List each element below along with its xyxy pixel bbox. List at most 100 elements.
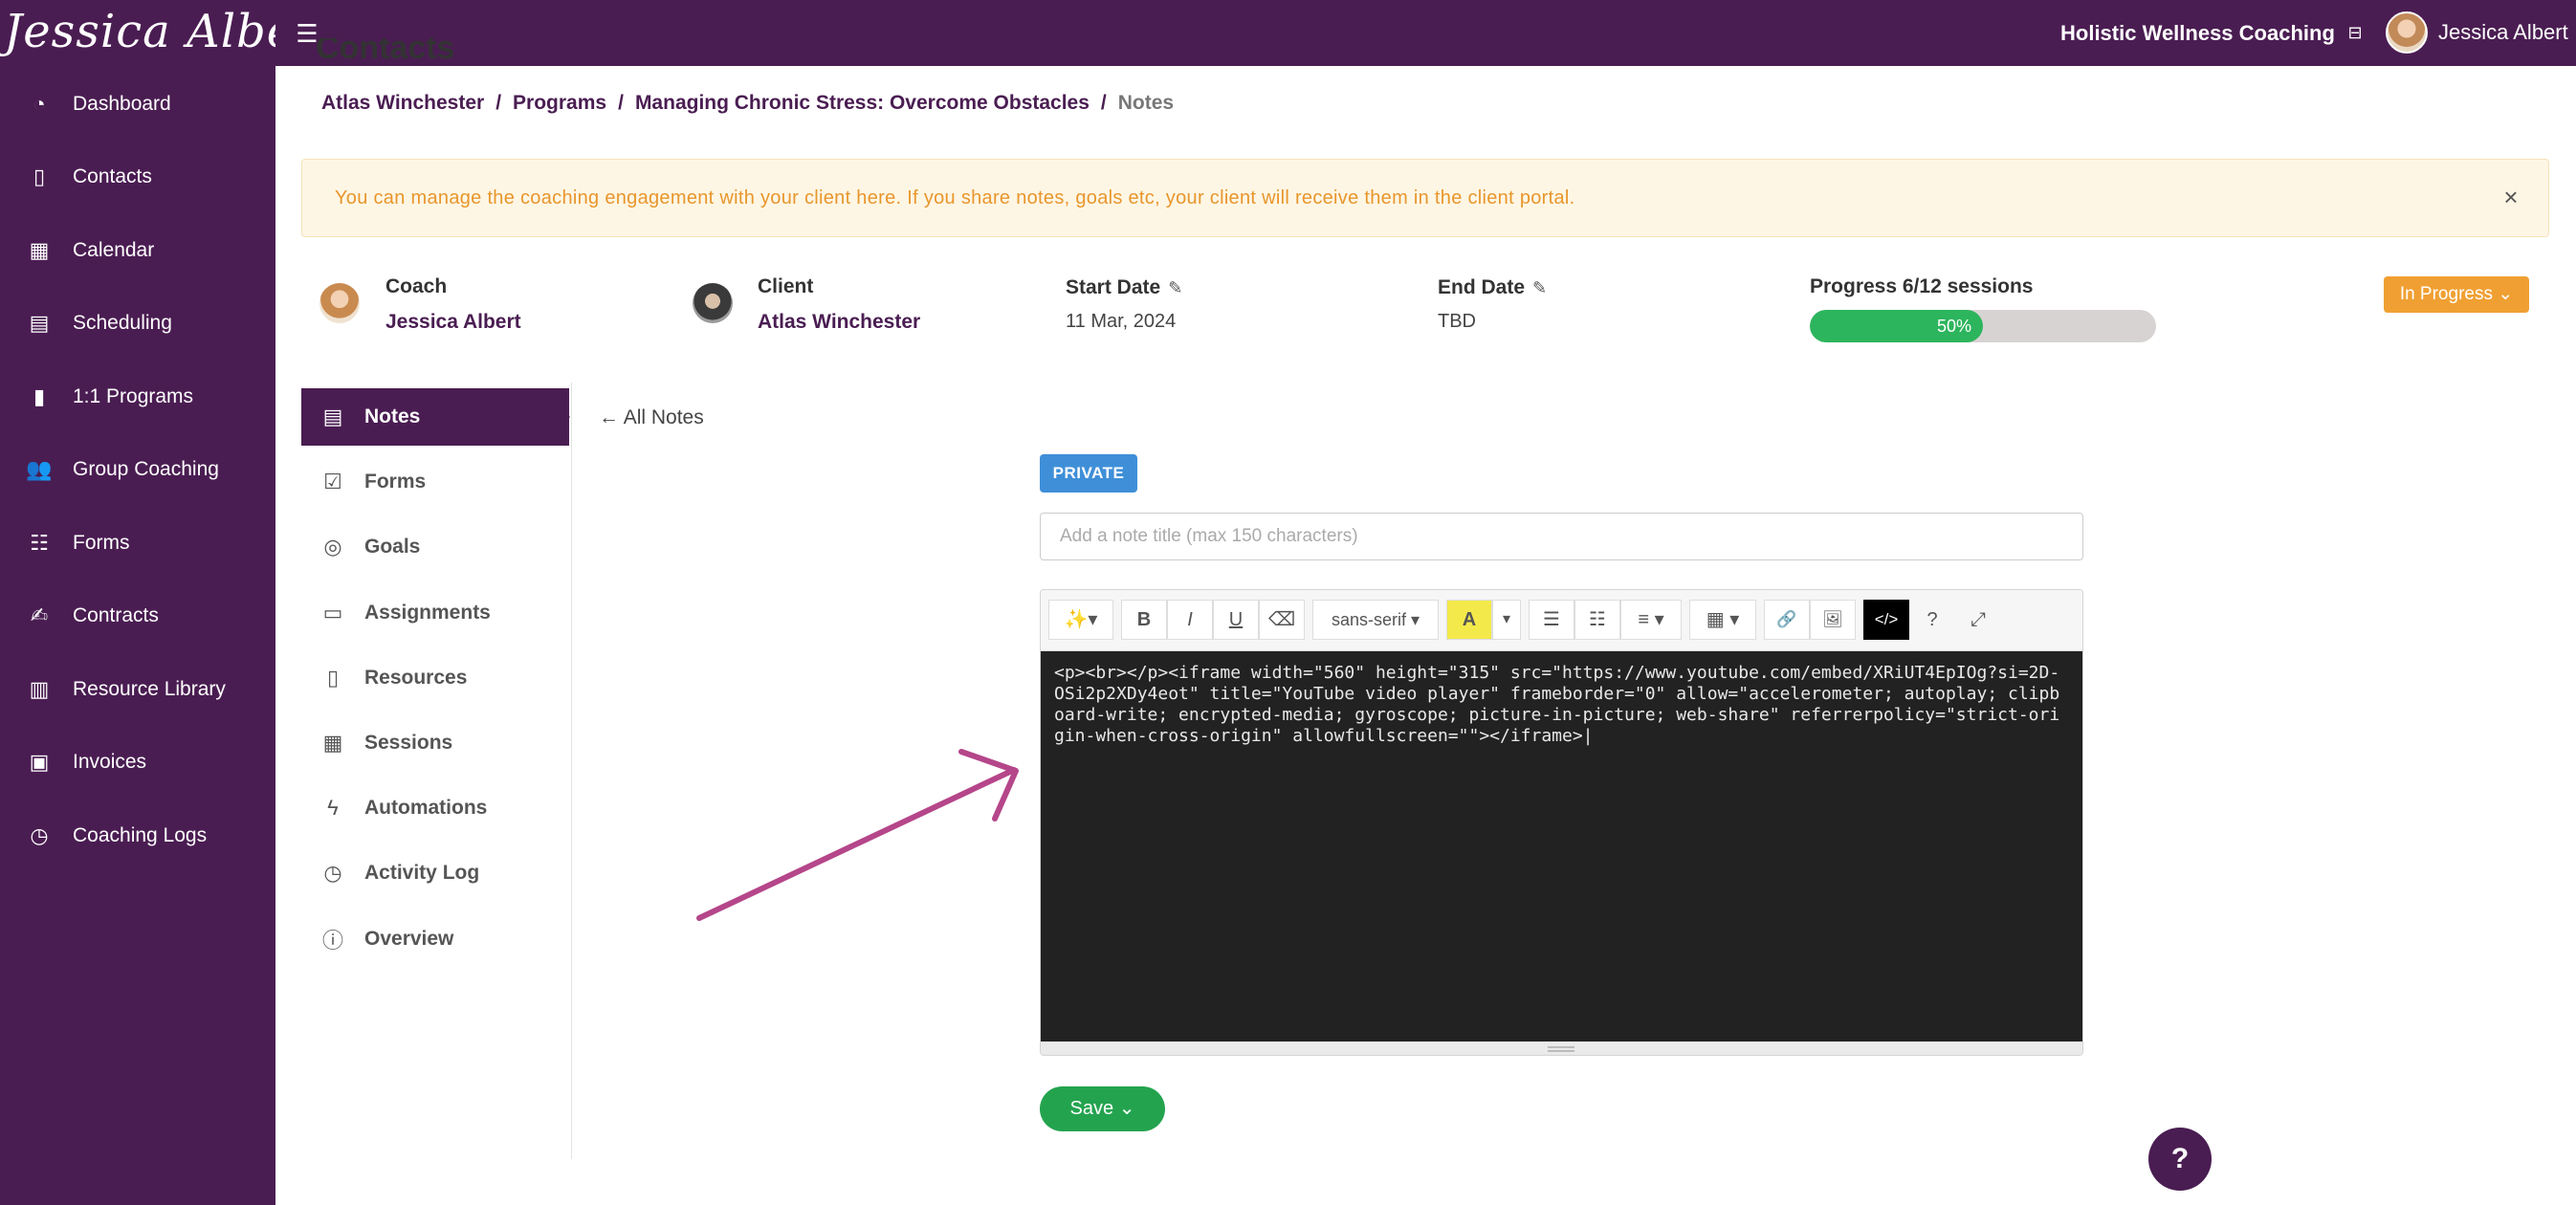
book-icon: ▮ [33,384,46,408]
clock-icon: ◷ [30,823,49,847]
alert-message: You can manage the coaching engagement w… [335,187,1575,208]
sidebar-item-label: Group Coaching [73,458,219,480]
tab-notes[interactable]: ▤ Notes [301,388,569,446]
list-icon: ☷ [30,531,49,555]
calendar-icon: ▦ [29,238,50,262]
organization-name[interactable]: Holistic Wellness Coaching [2060,21,2335,46]
client-name-link[interactable]: Atlas Winchester [758,311,920,334]
sidebar-item-resource-library[interactable]: ▥ Resource Library [0,663,275,716]
coach-name-link[interactable]: Jessica Albert [385,311,521,334]
rich-text-editor: ✨▾ B I U ⌫ sans-serif ▾ A ▾ ☰ ☷ ≡ ▾ ▦ ▾ … [1040,589,2083,1056]
tab-overview[interactable]: ⓘ Overview [301,910,569,968]
breadcrumb-link-program[interactable]: Managing Chronic Stress: Overcome Obstac… [635,92,1090,115]
end-date-label-text: End Date [1438,276,1526,298]
sidebar-item-dashboard[interactable]: ◔ Dashboard [0,77,275,131]
code-view-textarea[interactable]: <p><br></p><iframe width="560" height="3… [1041,651,2082,1041]
sidebar-item-label: Contracts [73,604,159,626]
sidebar-item-label: Coaching Logs [73,824,208,846]
numbered-list-icon[interactable]: ☷ [1574,600,1620,640]
fullscreen-icon[interactable]: ⤢ [1955,600,2001,640]
checklist-icon: ☑ [323,470,342,493]
eraser-icon[interactable]: ⌫ [1259,600,1305,640]
tab-label: Sessions [364,732,453,754]
breadcrumb-link-client[interactable]: Atlas Winchester [321,92,484,115]
tab-automations[interactable]: ϟ Automations [301,779,569,837]
coach-avatar [319,283,360,323]
calendar-icon: ▦ [322,731,343,755]
sidebar-item-programs[interactable]: ▮ 1:1 Programs [0,370,275,424]
tab-sessions[interactable]: ▦ Sessions [301,714,569,772]
page-title: Contacts [316,38,455,66]
user-name[interactable]: Jessica Albert [2438,20,2568,45]
text-color-dropdown[interactable]: ▾ [1492,600,1521,640]
coach-label: Coach [385,275,448,297]
tab-assignments[interactable]: ▭ Assignments [301,584,569,642]
brand-logo[interactable]: Jessica Albert [0,0,275,66]
all-notes-link[interactable]: ← All Notes [599,406,704,429]
font-family-dropdown[interactable]: sans-serif ▾ [1312,600,1439,640]
clipboard-icon: ▭ [322,601,343,624]
status-label: In Progress [2399,284,2493,304]
info-alert: You can manage the coaching engagement w… [301,159,2549,237]
save-button[interactable]: Save ⌄ [1040,1086,1165,1131]
tab-resources[interactable]: ▯ Resources [301,649,569,707]
sidebar-item-scheduling[interactable]: ▤ Scheduling [0,296,275,350]
sidebar-item-forms[interactable]: ☷ Forms [0,516,275,570]
sidebar-item-contacts[interactable]: ▯ Contacts [0,150,275,204]
annotation-arrow-shaft [696,767,1017,921]
edit-end-date-icon[interactable]: ✎ [1532,278,1547,297]
sidebar-item-label: Forms [73,532,130,554]
sidebar-item-label: Scheduling [73,312,172,334]
bold-button[interactable]: B [1121,600,1167,640]
text-color-button[interactable]: A [1446,600,1492,640]
all-notes-label: All Notes [623,406,704,428]
sidebar-item-coaching-logs[interactable]: ◷ Coaching Logs [0,809,275,863]
save-label: Save [1069,1098,1114,1119]
editor-toolbar: ✨▾ B I U ⌫ sans-serif ▾ A ▾ ☰ ☷ ≡ ▾ ▦ ▾ … [1041,590,2082,651]
table-dropdown-icon[interactable]: ▦ ▾ [1689,600,1756,640]
breadcrumb-link-programs[interactable]: Programs [513,92,606,115]
organization-switch-icon[interactable]: ⊟ [2345,23,2365,42]
tab-label: Notes [364,405,421,427]
sidebar-item-group-coaching[interactable]: 👥 Group Coaching [0,443,275,496]
users-icon: 👥 [26,457,53,481]
history-clock-icon: ◷ [323,861,342,885]
sidebar-item-contracts[interactable]: ✍ Contracts [0,589,275,643]
sidebar-item-calendar[interactable]: ▦ Calendar [0,224,275,277]
sidebar-item-invoices[interactable]: ▣ Invoices [0,735,275,789]
help-icon[interactable]: ? [1909,600,1955,640]
tab-goals[interactable]: ◎ Goals [301,518,569,576]
progress-bar-fill: 50% [1810,310,1983,342]
help-chat-button[interactable]: ? [2148,1128,2212,1191]
tab-forms[interactable]: ☑ Forms [301,453,569,511]
magic-style-icon[interactable]: ✨▾ [1048,600,1113,640]
edit-start-date-icon[interactable]: ✎ [1168,278,1182,297]
close-icon[interactable]: × [2495,181,2527,213]
breadcrumb-separator: / [618,92,624,114]
tab-activity-log[interactable]: ◷ Activity Log [301,844,569,902]
sidebar-item-label: Invoices [73,751,147,773]
user-avatar[interactable] [2386,11,2428,54]
end-date-value: TBD [1438,311,1476,332]
resize-grip-icon [1548,1046,1574,1052]
italic-button[interactable]: I [1167,600,1213,640]
note-title-input[interactable] [1040,513,2083,560]
sidebar-item-label: Resource Library [73,678,226,700]
breadcrumb-separator: / [1100,92,1107,114]
chevron-down-icon: ⌄ [1118,1098,1135,1119]
underline-button[interactable]: U [1213,600,1259,640]
editor-resize-handle[interactable] [1041,1041,2082,1055]
bullet-list-icon[interactable]: ☰ [1529,600,1574,640]
progress-bar: 50% [1810,310,2156,342]
library-icon: ▥ [29,677,50,701]
tab-label: Assignments [364,602,491,624]
image-icon[interactable]: 🖼 [1810,600,1856,640]
align-dropdown-icon[interactable]: ≡ ▾ [1620,600,1682,640]
sidebar-item-label: Contacts [73,165,152,187]
privacy-toggle-button[interactable]: PRIVATE [1040,454,1137,493]
link-icon[interactable]: 🔗 [1764,600,1810,640]
status-dropdown-button[interactable]: In Progress ⌄ [2384,276,2529,313]
code-view-icon[interactable]: </> [1863,600,1909,640]
book-icon: ▯ [326,666,340,690]
sidebar: ◔ Dashboard ▯ Contacts ▦ Calendar ▤ Sche… [0,66,275,1205]
